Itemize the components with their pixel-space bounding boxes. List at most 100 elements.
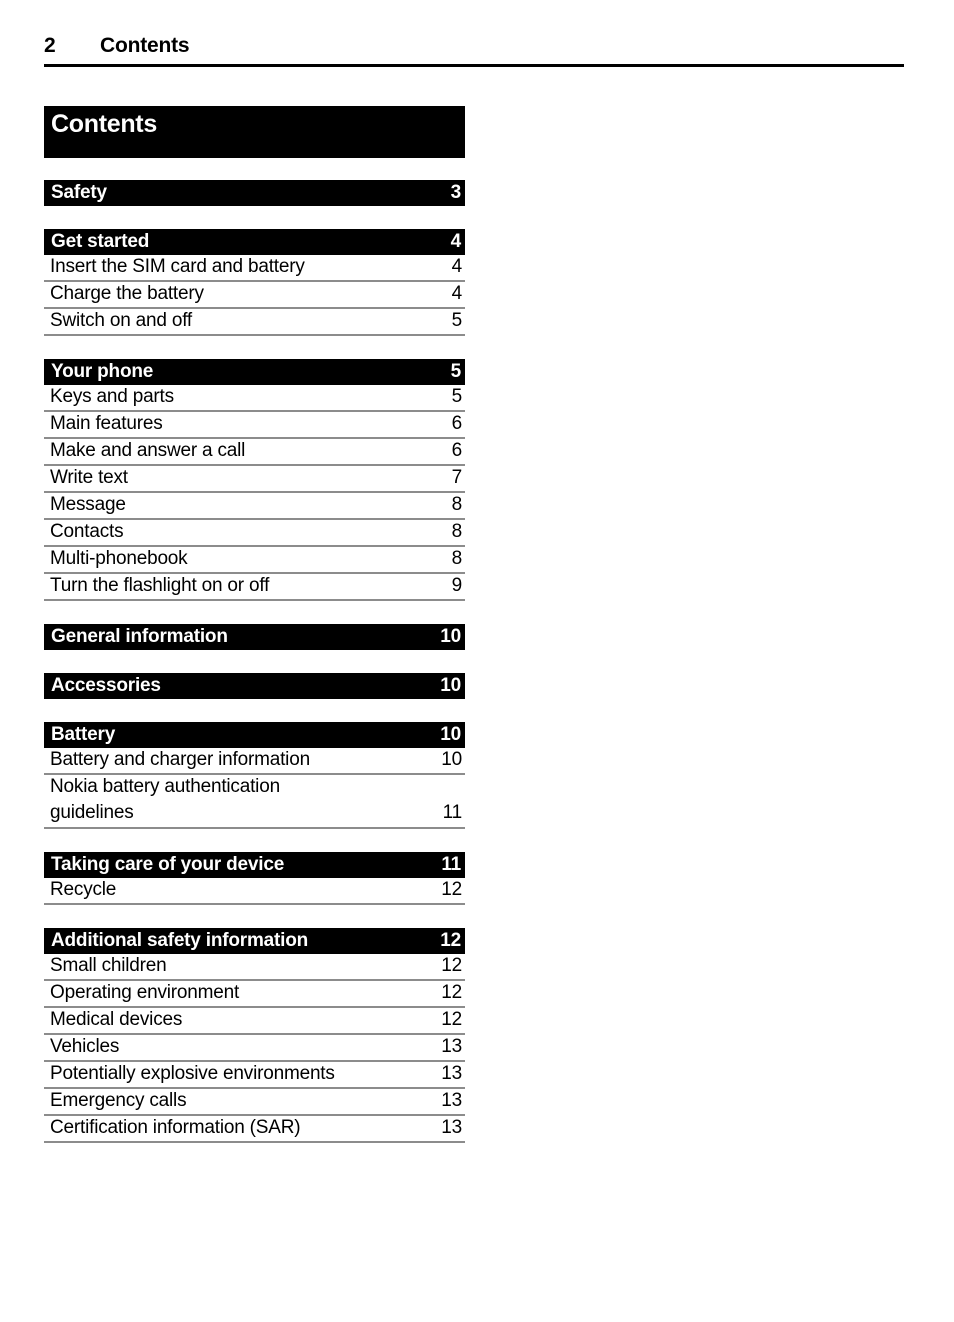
toc-entry[interactable]: Small children 12 bbox=[44, 954, 465, 981]
toc-entry-label: Write text bbox=[50, 467, 128, 488]
toc-entry-page: 12 bbox=[441, 879, 462, 900]
toc-entry[interactable]: Keys and parts 5 bbox=[44, 385, 465, 412]
running-header: 2 Contents bbox=[44, 33, 904, 67]
toc-chapter-page: 10 bbox=[440, 724, 461, 745]
toc-entry-page: 9 bbox=[451, 575, 463, 596]
toc-chapter-page: 10 bbox=[440, 675, 461, 696]
toc-entry-label: Switch on and off bbox=[50, 310, 193, 331]
toc-entry-label: Vehicles bbox=[50, 1036, 120, 1057]
toc-chapter-page: 5 bbox=[450, 361, 462, 382]
toc-entry[interactable]: Write text 7 bbox=[44, 466, 465, 493]
toc-chapter: Your phone 5 Keys and parts 5 Main features 6… bbox=[44, 359, 465, 601]
toc-entry-page: 13 bbox=[441, 1063, 462, 1084]
toc-chapter-bar[interactable]: Your phone 5 bbox=[44, 359, 465, 385]
toc-entry-label: Certification information (SAR) bbox=[50, 1117, 301, 1138]
toc-entry[interactable]: Charge the battery 4 bbox=[44, 282, 465, 309]
toc-chapter: Additional safety information 12 Small chi… bbox=[44, 928, 465, 1143]
toc-entry-page: 8 bbox=[451, 521, 463, 542]
toc-title: Contents bbox=[51, 110, 157, 138]
toc-entry-page: 6 bbox=[451, 413, 463, 434]
header-title: Contents bbox=[100, 34, 190, 57]
header-divider bbox=[44, 64, 904, 67]
toc-entry-page: 8 bbox=[451, 548, 463, 569]
toc-entry-page: 12 bbox=[441, 982, 462, 1003]
toc-entry[interactable]: Battery and charger information 10 bbox=[44, 748, 465, 775]
toc-entry-page: 4 bbox=[451, 256, 463, 277]
toc-chapter-title: Get started bbox=[51, 231, 150, 252]
toc-chapter-title: Battery bbox=[51, 724, 116, 745]
toc-entry-label: Main features bbox=[50, 413, 163, 434]
toc-chapter-page: 4 bbox=[450, 231, 462, 252]
toc-chapter-bar[interactable]: Accessories 10 bbox=[44, 673, 465, 699]
toc-entry-label: Emergency calls bbox=[50, 1090, 187, 1111]
toc-entry-page: 13 bbox=[441, 1117, 462, 1138]
toc-chapter-title: Additional safety information bbox=[51, 930, 309, 951]
toc-entry-label: Contacts bbox=[50, 521, 124, 542]
toc-entry-label: Keys and parts bbox=[50, 386, 174, 407]
toc-entry-label: Small children bbox=[50, 955, 167, 976]
toc-entry[interactable]: Emergency calls 13 bbox=[44, 1089, 465, 1116]
toc-entry[interactable]: Main features 6 bbox=[44, 412, 465, 439]
toc-entry[interactable]: Medical devices 12 bbox=[44, 1008, 465, 1035]
toc-chapter-title: Safety bbox=[51, 182, 107, 203]
toc-chapter-title: Accessories bbox=[51, 675, 161, 696]
toc-chapter: Accessories 10 bbox=[44, 673, 465, 699]
toc-chapter-page: 12 bbox=[440, 930, 461, 951]
toc-entry-label: Charge the battery bbox=[50, 283, 204, 304]
toc-chapter-bar[interactable]: General information 10 bbox=[44, 624, 465, 650]
page-number: 2 bbox=[44, 34, 56, 57]
toc-entry-page: 11 bbox=[442, 802, 463, 823]
toc-entry[interactable]: Insert the SIM card and battery 4 bbox=[44, 255, 465, 282]
toc-chapter-bar[interactable]: Additional safety information 12 bbox=[44, 928, 465, 954]
toc-chapter-page: 10 bbox=[440, 626, 461, 647]
toc-entry[interactable]: Make and answer a call 6 bbox=[44, 439, 465, 466]
toc-entry-label: Turn the flashlight on or off bbox=[50, 575, 270, 596]
toc-entry[interactable]: Contacts 8 bbox=[44, 520, 465, 547]
toc-entry-page: 13 bbox=[441, 1090, 462, 1111]
toc-chapter-title: Taking care of your device bbox=[51, 854, 285, 875]
toc-entry[interactable]: Operating environment 12 bbox=[44, 981, 465, 1008]
toc-entry-label: Potentially explosive environments bbox=[50, 1063, 335, 1084]
toc-entry-page: 8 bbox=[451, 494, 463, 515]
toc-entry-label: Medical devices bbox=[50, 1009, 183, 1030]
toc-entry[interactable]: Certification information (SAR) 13 bbox=[44, 1116, 465, 1143]
toc-entry[interactable]: Vehicles 13 bbox=[44, 1035, 465, 1062]
toc-entry[interactable]: Switch on and off 5 bbox=[44, 309, 465, 336]
toc-chapter-title: Your phone bbox=[51, 361, 154, 382]
toc-entry[interactable]: Nokia battery authentication guidelines 1… bbox=[44, 775, 465, 829]
toc-entry-label: Message bbox=[50, 494, 126, 515]
toc-chapter-page: 3 bbox=[450, 182, 462, 203]
toc-entry-label: Nokia battery authentication guidelines bbox=[50, 776, 280, 823]
toc-entry[interactable]: Message 8 bbox=[44, 493, 465, 520]
toc-chapter-bar[interactable]: Safety 3 bbox=[44, 180, 465, 206]
toc-entry-page: 10 bbox=[441, 749, 462, 770]
toc-chapter: Safety 3 bbox=[44, 180, 465, 206]
toc-entry-page: 5 bbox=[451, 310, 463, 331]
toc-chapter-title: General information bbox=[51, 626, 228, 647]
toc-entry[interactable]: Turn the flashlight on or off 9 bbox=[44, 574, 465, 601]
toc-entry-label: Battery and charger information bbox=[50, 749, 310, 770]
toc-chapter: Taking care of your device 11 Recycle 12 bbox=[44, 852, 465, 905]
toc-entry-label: Recycle bbox=[50, 879, 117, 900]
toc-chapter-bar[interactable]: Taking care of your device 11 bbox=[44, 852, 465, 878]
toc-chapter-bar[interactable]: Battery 10 bbox=[44, 722, 465, 748]
toc-entry-page: 4 bbox=[451, 283, 463, 304]
toc-entry-label: Make and answer a call bbox=[50, 440, 246, 461]
table-of-contents: Contents Safety 3 Get started 4 Insert the S… bbox=[44, 106, 465, 1143]
toc-entry[interactable]: Potentially explosive environments 13 bbox=[44, 1062, 465, 1089]
toc-entry[interactable]: Multi-phonebook 8 bbox=[44, 547, 465, 574]
document-page: 2 Contents Contents Safety 3 Get started 4 I… bbox=[0, 0, 954, 1322]
toc-chapter: Get started 4 Insert the SIM card and batt… bbox=[44, 229, 465, 336]
toc-entry-label: Multi-phonebook bbox=[50, 548, 188, 569]
toc-chapter: General information 10 bbox=[44, 624, 465, 650]
toc-entry-page: 5 bbox=[451, 386, 463, 407]
toc-title-band: Contents bbox=[44, 106, 465, 158]
toc-chapter-bar[interactable]: Get started 4 bbox=[44, 229, 465, 255]
toc-entry[interactable]: Recycle 12 bbox=[44, 878, 465, 905]
toc-entry-label: Operating environment bbox=[50, 982, 240, 1003]
toc-entry-label: Insert the SIM card and battery bbox=[50, 256, 305, 277]
toc-entry-page: 13 bbox=[441, 1036, 462, 1057]
toc-entry-page: 6 bbox=[451, 440, 463, 461]
toc-chapter-list: Safety 3 Get started 4 Insert the SIM card a… bbox=[44, 180, 465, 1143]
toc-entry-page: 12 bbox=[441, 1009, 462, 1030]
